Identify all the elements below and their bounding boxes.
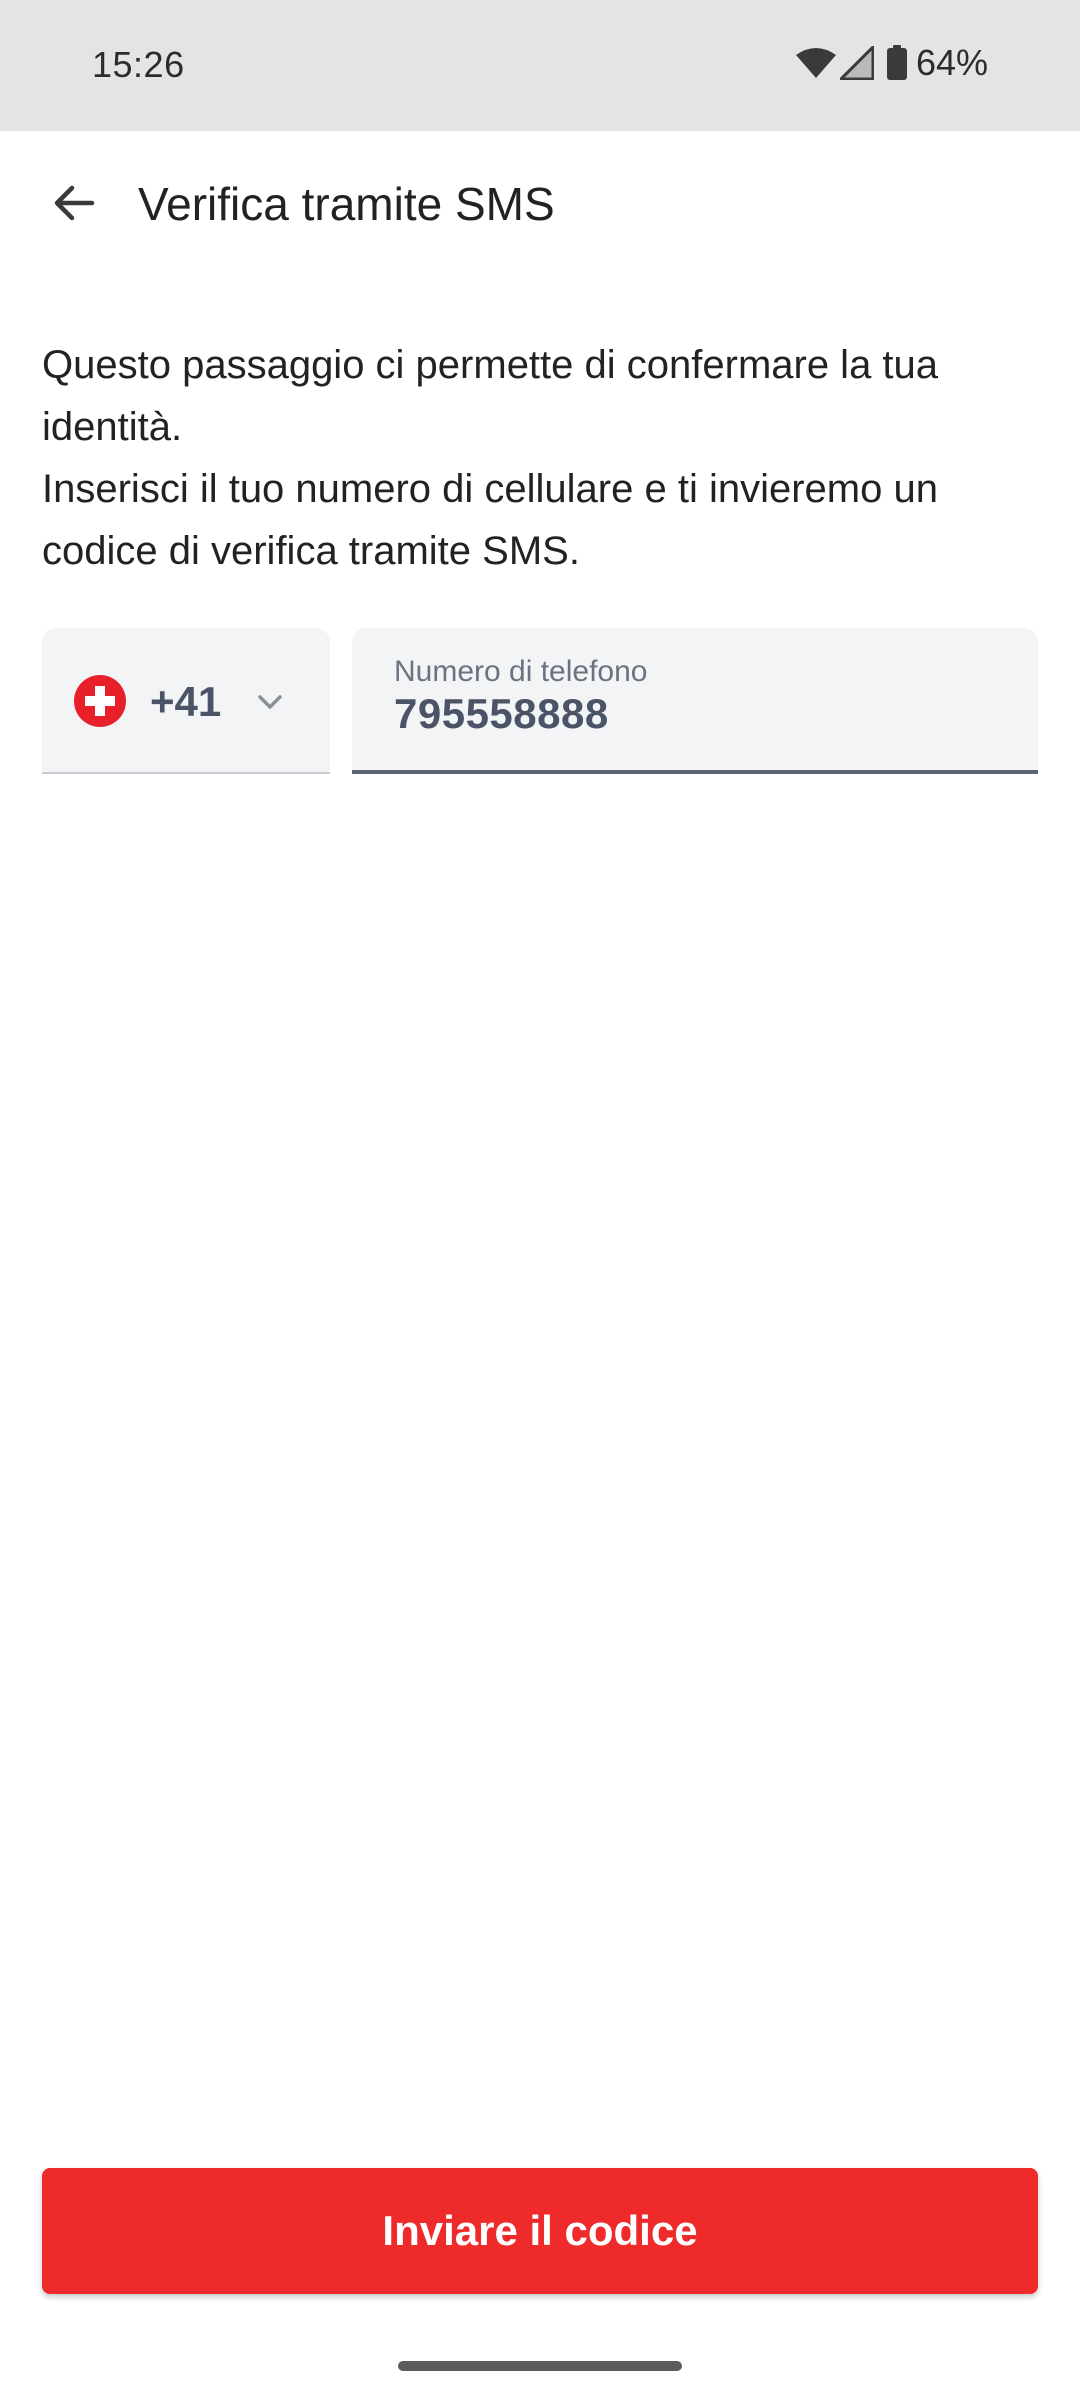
description-text: Questo passaggio ci permette di conferma… bbox=[42, 334, 1042, 582]
status-bar: 15:26 64% bbox=[0, 0, 1080, 131]
description-paragraph-1: Questo passaggio ci permette di conferma… bbox=[42, 343, 939, 449]
phone-number-label: Numero di telefono bbox=[394, 655, 648, 688]
battery-icon bbox=[886, 45, 908, 81]
page-title: Verifica tramite SMS bbox=[138, 178, 555, 230]
signal-icon bbox=[839, 46, 874, 80]
country-dial-code: +41 bbox=[150, 678, 222, 725]
status-icons: 64% bbox=[795, 40, 988, 86]
country-code-picker[interactable]: +41 bbox=[42, 628, 330, 774]
wifi-icon bbox=[795, 47, 836, 79]
status-time: 15:26 bbox=[92, 44, 185, 85]
description-paragraph-2: Inserisci il tuo numero di cellulare e t… bbox=[42, 467, 938, 573]
back-button[interactable] bbox=[28, 159, 120, 251]
swiss-flag-icon bbox=[74, 675, 126, 727]
battery-percentage: 64% bbox=[915, 42, 988, 83]
home-indicator[interactable] bbox=[398, 2361, 682, 2371]
arrow-back-icon bbox=[50, 179, 98, 232]
chevron-down-icon bbox=[252, 684, 288, 720]
phone-number-input[interactable]: 795558888 bbox=[394, 690, 609, 738]
top-app-bar: Verifica tramite SMS bbox=[0, 131, 1080, 281]
send-code-button[interactable]: Inviare il codice bbox=[42, 2168, 1038, 2294]
send-code-button-label: Inviare il codice bbox=[382, 2207, 698, 2254]
phone-number-field[interactable]: Numero di telefono 795558888 bbox=[352, 628, 1038, 774]
